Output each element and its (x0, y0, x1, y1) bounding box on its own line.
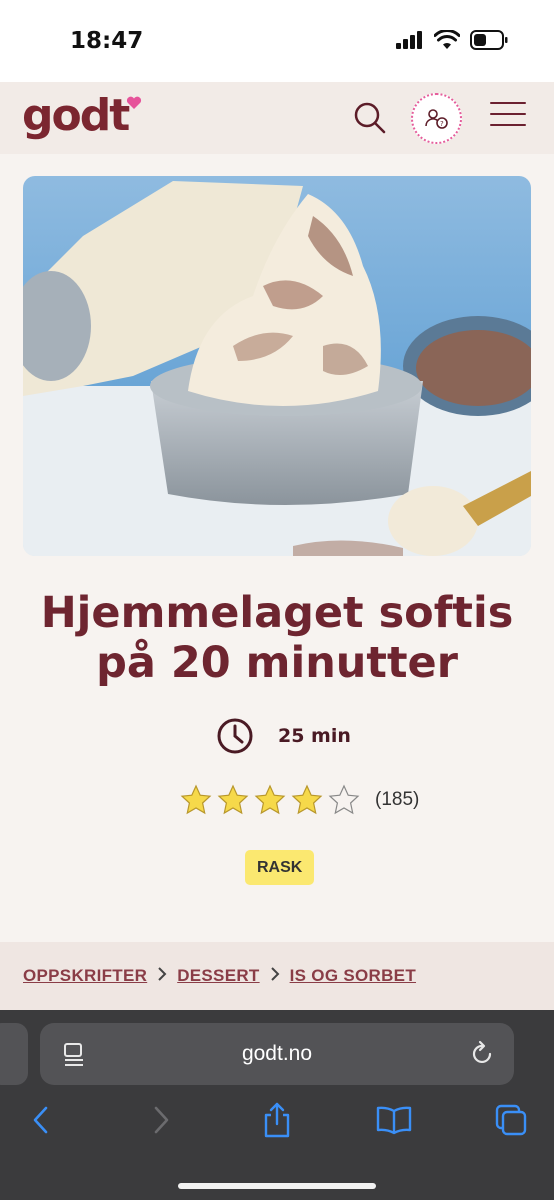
status-icons (396, 30, 508, 50)
reload-icon[interactable] (470, 1040, 496, 1068)
star-filled-icon[interactable] (180, 784, 212, 816)
star-filled-icon[interactable] (217, 784, 249, 816)
logo-heart-icon (126, 96, 142, 113)
forward-icon (154, 1106, 169, 1134)
rating-count: (185) (375, 789, 420, 810)
recipe-hero-image (23, 176, 531, 556)
svg-text:?: ? (440, 120, 444, 128)
breadcrumb-is-og-sorbet[interactable]: IS OG SORBET (290, 966, 416, 986)
signal-icon (396, 31, 422, 49)
recipe-tag[interactable]: RASK (245, 850, 315, 885)
wifi-icon (434, 30, 460, 49)
battery-icon (470, 30, 508, 50)
browser-chrome: godt.no (0, 1010, 554, 1200)
breadcrumb-dessert[interactable]: DESSERT (177, 966, 259, 986)
home-indicator[interactable] (178, 1183, 376, 1189)
search-icon (354, 102, 386, 134)
rating[interactable]: (185) (180, 784, 419, 816)
site-header: godt ? (0, 82, 554, 154)
godt-logo[interactable]: godt (22, 90, 130, 141)
chevron-right-icon (270, 966, 280, 986)
back-icon (33, 1106, 48, 1134)
clock-icon (217, 718, 253, 754)
star-empty-icon[interactable] (328, 784, 360, 816)
breadcrumb-oppskrifter[interactable]: OPPSKRIFTER (23, 966, 147, 986)
profile-button[interactable]: ? (411, 93, 462, 144)
cooking-time-value: 25 min (278, 725, 351, 747)
chevron-right-icon (157, 966, 167, 986)
hamburger-menu-icon (490, 102, 526, 104)
search-button[interactable] (350, 98, 390, 138)
bookmarks-icon (376, 1106, 412, 1135)
breadcrumb: OPPSKRIFTER DESSERT IS OG SORBET (0, 942, 554, 1010)
forward-button[interactable] (141, 1100, 181, 1140)
tabs-button[interactable] (491, 1100, 531, 1140)
url-text: godt.no (241, 1042, 313, 1065)
browser-toolbar (0, 1100, 554, 1150)
previous-tab-preview[interactable] (0, 1023, 28, 1085)
star-filled-icon[interactable] (291, 784, 323, 816)
share-icon (264, 1102, 290, 1138)
status-bar: 18:47 (0, 0, 554, 82)
tabs-icon (495, 1104, 527, 1136)
menu-button[interactable] (490, 102, 526, 130)
address-bar[interactable]: godt.no (40, 1023, 514, 1085)
recipe-title: Hjemmelaget softis på 20 minutter (40, 588, 514, 688)
share-button[interactable] (257, 1100, 297, 1140)
bookmarks-button[interactable] (374, 1100, 414, 1140)
profile-icon: ? (424, 108, 448, 129)
status-time: 18:47 (70, 28, 144, 54)
cooking-time: 25 min (216, 717, 351, 755)
back-button[interactable] (21, 1100, 61, 1140)
star-filled-icon[interactable] (254, 784, 286, 816)
